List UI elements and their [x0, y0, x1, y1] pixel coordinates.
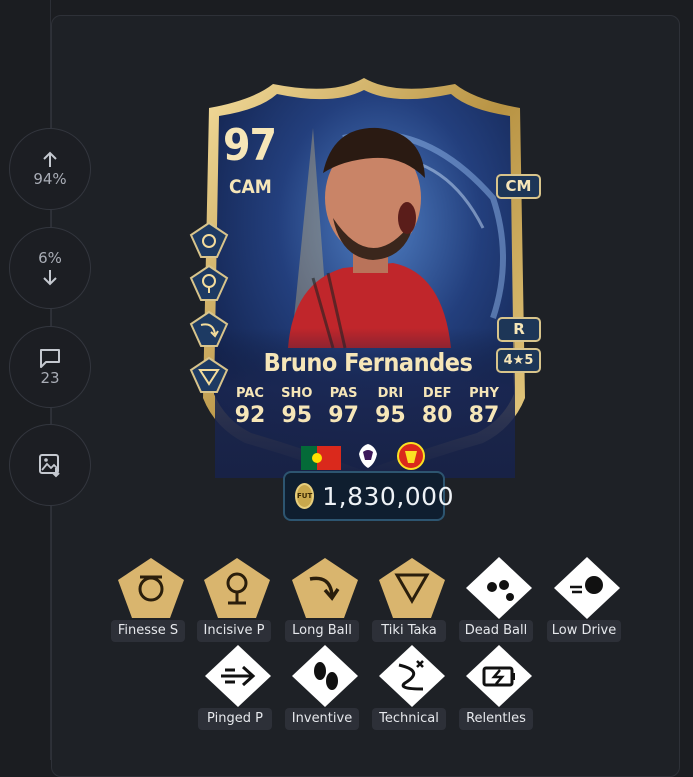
dead-ball-icon: [466, 557, 532, 619]
incisive-pass-icon: [204, 558, 270, 618]
skill-weakfoot-badge: 4★5: [496, 348, 541, 373]
playstyle-label: Finesse S: [111, 620, 185, 642]
technical-icon: [379, 645, 445, 707]
playstyle-technical[interactable]: Technical: [372, 645, 452, 730]
playstyle-label: Dead Ball: [459, 620, 533, 642]
save-image-button[interactable]: [9, 424, 91, 506]
playstyle-label: Technical: [372, 708, 446, 730]
card-rating: 97: [223, 120, 277, 171]
card-long-ball-icon: [189, 310, 229, 347]
finesse-shot-icon: [118, 558, 184, 618]
inventive-icon: [292, 645, 358, 707]
stat-pac: PAC 92: [234, 386, 266, 428]
upvote-percent: 94%: [33, 170, 67, 188]
player-card[interactable]: 97 CAM CM R 4★5 Bruno Fernandes PAC 92 SH…: [189, 78, 541, 488]
playstyle-finesse-shot[interactable]: Finesse S: [111, 557, 191, 642]
playstyle-label: Incisive P: [197, 620, 271, 642]
playstyle-dead-ball[interactable]: Dead Ball: [459, 557, 539, 642]
alt-position-badge: CM: [496, 174, 541, 199]
playstyle-inventive[interactable]: Inventive: [285, 645, 365, 730]
comments-count: 23: [40, 369, 60, 387]
premier-league-icon: [359, 444, 377, 468]
low-driven-shot-icon: [554, 557, 620, 619]
playstyle-tiki-taka[interactable]: Tiki Taka: [372, 557, 452, 642]
manchester-united-crest-icon: [397, 442, 425, 470]
comments-button[interactable]: 23: [9, 326, 91, 408]
upvote-button[interactable]: 94%: [9, 128, 91, 210]
fut-coin-icon: FUT: [295, 483, 315, 509]
playstyle-label: Pinged P: [198, 708, 272, 730]
long-ball-pass-icon: [292, 558, 358, 618]
portugal-flag-icon: [301, 446, 341, 470]
card-incisive-pass-icon: [189, 264, 229, 301]
stat-phy: PHY 87: [468, 386, 500, 428]
playstyle-label: Tiki Taka: [372, 620, 446, 642]
playstyle-label: Relentles: [459, 708, 533, 730]
playstyle-label: Inventive: [285, 708, 359, 730]
stat-def: DEF 80: [421, 386, 453, 428]
playstyle-relentless[interactable]: Relentles: [459, 645, 539, 730]
pinged-pass-icon: [205, 645, 271, 707]
stat-dri: DRI 95: [375, 386, 406, 428]
playstyle-long-ball-pass[interactable]: Long Ball: [285, 557, 365, 642]
arrow-down-icon: [43, 270, 57, 286]
player-name: Bruno Fernandes: [263, 348, 473, 377]
tiki-taka-icon: [379, 558, 445, 618]
card-position: CAM: [229, 176, 272, 198]
playstyle-label: Long Ball: [285, 620, 359, 642]
arrow-up-icon: [43, 151, 57, 167]
playstyle-incisive-pass[interactable]: Incisive P: [197, 557, 277, 642]
price-button[interactable]: FUT 1,830,000: [283, 471, 453, 521]
comment-icon: [40, 349, 60, 368]
card-stats: PAC 92 SHO 95 PAS 97 DRI 95 DEF 80 PHY 87: [227, 386, 507, 428]
card-tiki-taka-icon: [189, 356, 229, 393]
card-finesse-shot-icon: [189, 221, 229, 258]
preferred-foot-badge: R: [497, 317, 541, 342]
relentless-icon: [466, 645, 532, 707]
playstyle-low-driven-shot[interactable]: Low Drive: [547, 557, 627, 642]
playstyle-label: Low Drive: [547, 620, 621, 642]
downvote-button[interactable]: 6%: [9, 227, 91, 309]
price-value: 1,830,000: [322, 481, 454, 511]
playstyle-pinged-pass[interactable]: Pinged P: [198, 645, 278, 730]
stat-sho: SHO 95: [281, 386, 313, 428]
stat-pas: PAS 97: [328, 386, 359, 428]
image-download-icon: [39, 454, 60, 478]
downvote-percent: 6%: [38, 249, 62, 267]
